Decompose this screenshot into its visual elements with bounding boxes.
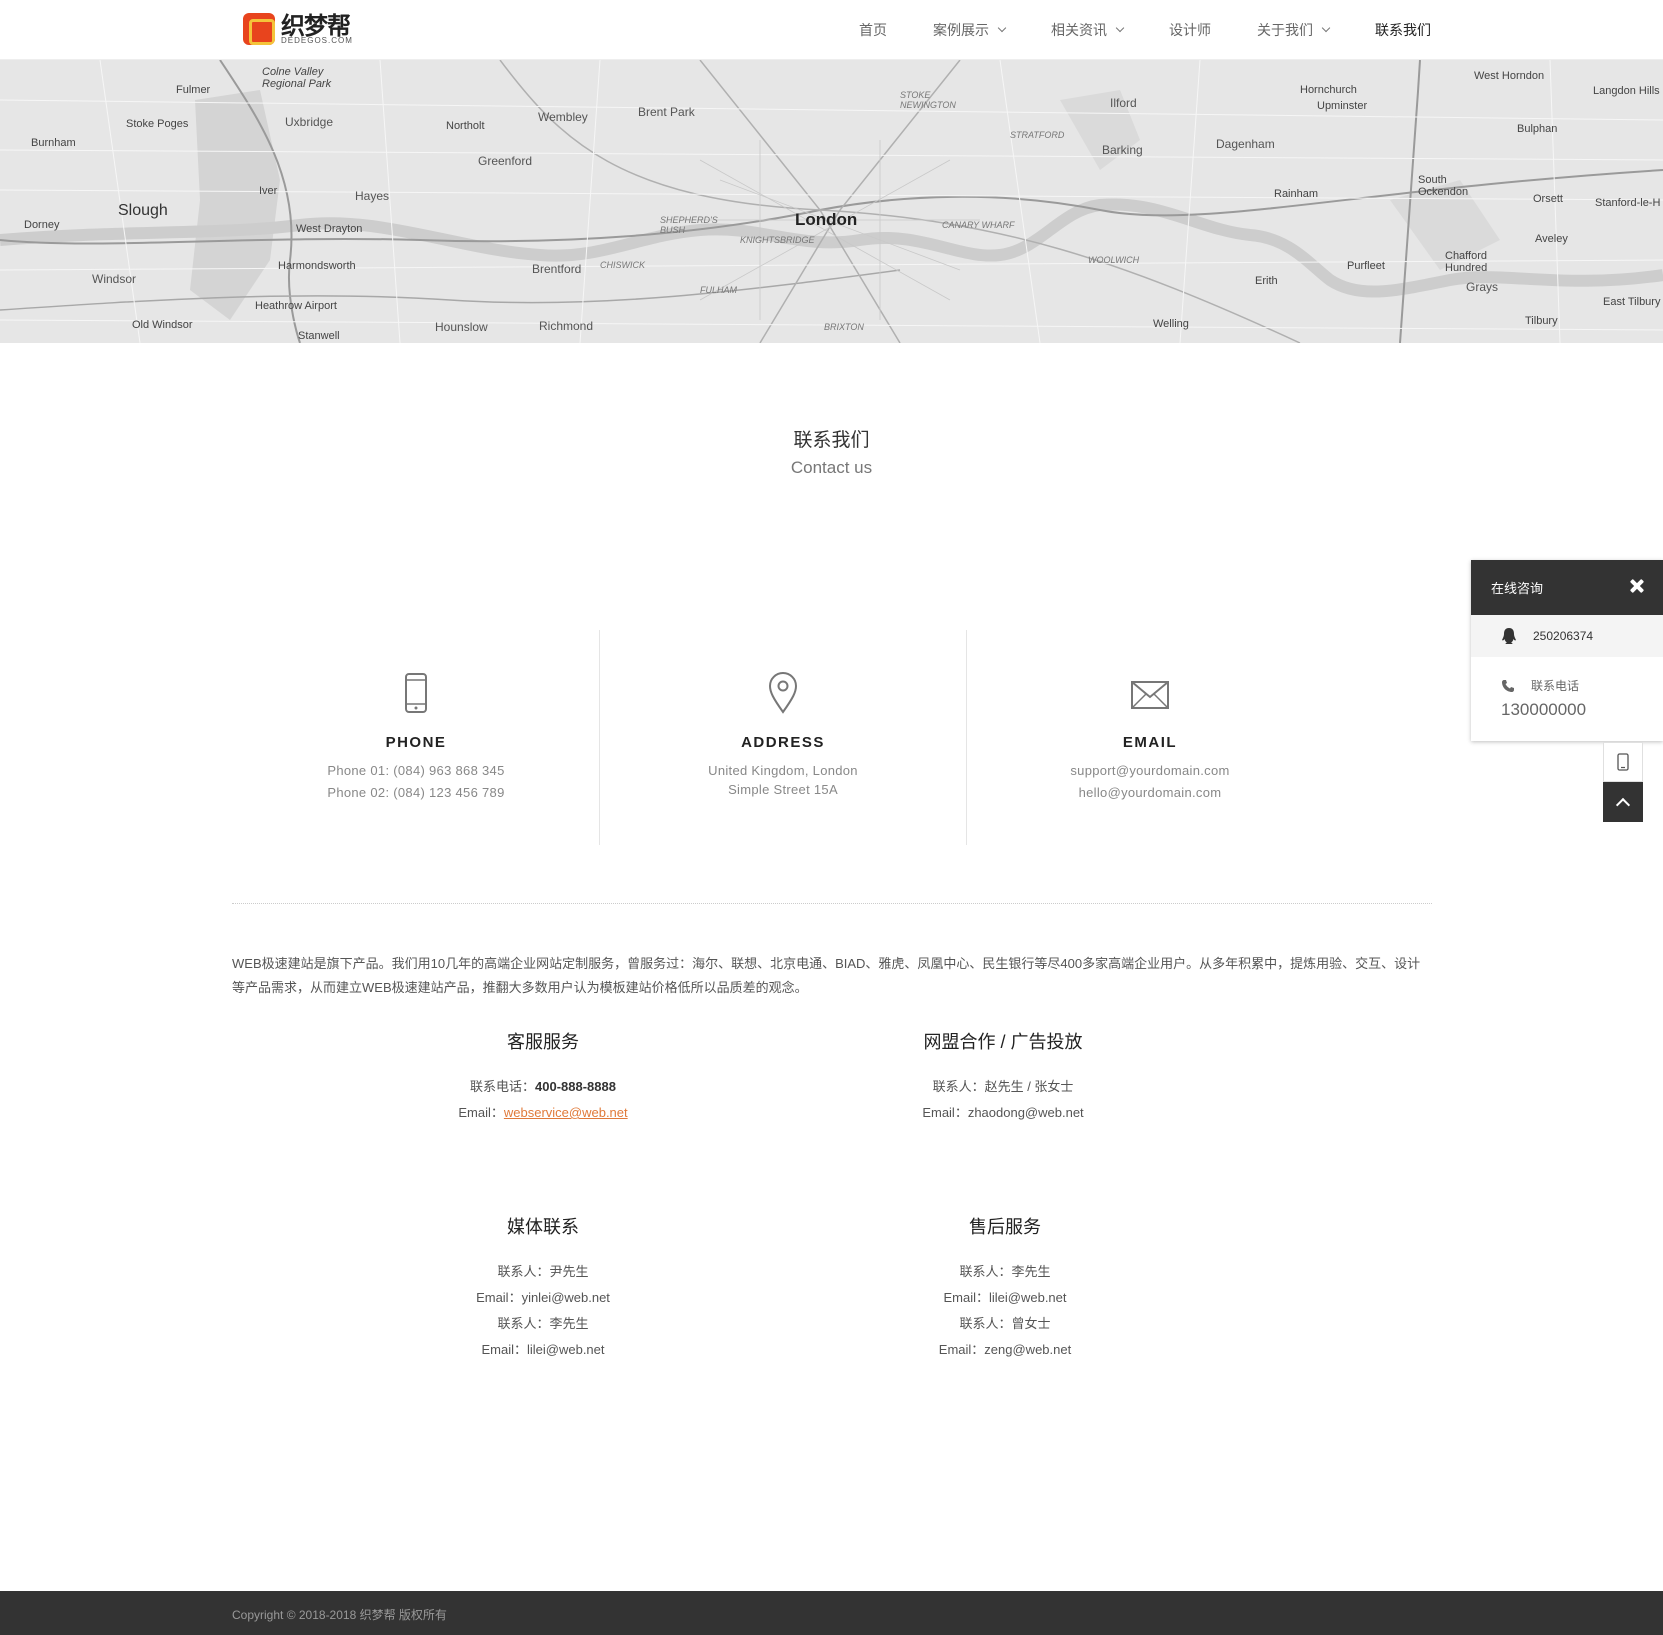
main-nav: 首页 案例展示 相关资讯 设计师 关于我们 联系我们	[813, 0, 1431, 60]
card-title: EMAIL	[1122, 734, 1178, 751]
nav-item-cases[interactable]: 案例展示	[933, 20, 1007, 40]
media-block: 媒体联系 联系人：尹先生 Email：yinlei@web.net 联系人：李先…	[393, 1213, 693, 1363]
card-line: support@yourdomain.com	[1070, 763, 1230, 778]
card-line: Phone 01: (084) 963 868 345	[327, 763, 505, 778]
service-phone: 400-888-8888	[535, 1079, 616, 1094]
contact-card-phone: PHONE Phone 01: (084) 963 868 345 Phone …	[233, 630, 599, 845]
nav-item-contact[interactable]: 联系我们	[1375, 20, 1431, 40]
intro-text: WEB极速建站是旗下产品。我们用10几年的高端企业网站定制服务，曾服务过：海尔、…	[232, 956, 1421, 995]
mobile-icon	[1617, 753, 1629, 771]
nav-item-news[interactable]: 相关资讯	[1051, 20, 1125, 40]
card-line: Simple Street 15A	[728, 782, 838, 797]
copyright-text: Copyright © 2018-2018 织梦帮 版权所有	[232, 1608, 447, 1622]
block-title: 客服服务	[507, 1032, 579, 1052]
logo-text: 织梦帮	[281, 11, 351, 40]
site-footer: Copyright © 2018-2018 织梦帮 版权所有	[0, 1591, 1663, 1635]
card-line: Phone 02: (084) 123 456 789	[327, 785, 505, 800]
chevron-down-icon	[1321, 23, 1331, 33]
card-title: PHONE	[385, 734, 447, 751]
block-line: 联系人：曾女士	[959, 1316, 1051, 1331]
page-title: 联系我们	[793, 430, 870, 451]
customer-service-block: 客服服务 联系电话：400-888-8888 Email：webservice@…	[393, 1028, 693, 1126]
widget-qq-number: 250206374	[1533, 629, 1594, 643]
nav-item-about[interactable]: 关于我们	[1257, 20, 1331, 40]
map-banner[interactable]: Colne Valley Regional Park Fulmer Uxbridg…	[0, 60, 1663, 343]
card-line: United Kingdom, London	[708, 763, 858, 778]
widget-tel-number: 130000000	[1501, 700, 1587, 719]
widget-tel-label: 联系电话	[1531, 679, 1580, 693]
chevron-down-icon	[997, 23, 1007, 33]
close-icon[interactable]	[1629, 578, 1645, 594]
widget-qq-row[interactable]: 250206374	[1471, 615, 1663, 657]
contact-cards: PHONE Phone 01: (084) 963 868 345 Phone …	[233, 630, 1333, 845]
card-line: hello@yourdomain.com	[1078, 785, 1222, 800]
block-title: 媒体联系	[507, 1217, 579, 1237]
contact-card-email: EMAIL support@yourdomain.com hello@yourd…	[966, 630, 1333, 845]
logo-icon	[243, 13, 275, 45]
chevron-up-icon	[1615, 797, 1631, 812]
online-consult-widget: 在线咨询 250206374 联系电话 130000000	[1471, 560, 1663, 741]
block-line: 联系人：尹先生	[497, 1264, 589, 1279]
logo-subtext: DEDEGOS.COM	[281, 35, 353, 45]
page-subtitle: Contact us	[790, 458, 873, 477]
nav-item-designers[interactable]: 设计师	[1169, 20, 1211, 40]
block-title: 网盟合作 / 广告投放	[923, 1032, 1083, 1052]
block-line: Email：lilei@web.net	[481, 1342, 605, 1357]
contact-card-address: ADDRESS United Kingdom, London Simple St…	[599, 630, 966, 845]
logo[interactable]: 织梦帮 DEDEGOS.COM	[243, 12, 353, 46]
mobile-button[interactable]	[1603, 742, 1643, 782]
after-sales-block: 售后服务 联系人：李先生 Email：lilei@web.net 联系人：曾女士…	[855, 1213, 1155, 1363]
map-graphic	[0, 60, 1663, 343]
block-line: Email：yinlei@web.net	[476, 1290, 610, 1305]
block-line: 联系人：赵先生 / 张女士	[932, 1079, 1074, 1094]
location-pin-icon	[768, 672, 798, 714]
block-line: Email：zhaodong@web.net	[922, 1105, 1084, 1120]
block-title: 售后服务	[969, 1217, 1041, 1237]
block-line: 联系人：李先生	[959, 1264, 1051, 1279]
ads-block: 网盟合作 / 广告投放 联系人：赵先生 / 张女士 Email：zhaodong…	[853, 1028, 1153, 1126]
block-line: Email：zeng@web.net	[938, 1342, 1072, 1357]
envelope-icon	[1131, 681, 1169, 709]
widget-title: 在线咨询	[1491, 581, 1544, 596]
divider	[232, 903, 1432, 904]
phone-icon	[405, 673, 427, 713]
site-header: 织梦帮 DEDEGOS.COM 首页 案例展示 相关资讯 设计师 关于我们 联系…	[0, 0, 1663, 60]
block-line: 联系人：李先生	[497, 1316, 589, 1331]
nav-item-home[interactable]: 首页	[859, 20, 887, 40]
phone-handset-icon	[1502, 679, 1514, 692]
qq-icon	[1502, 628, 1516, 644]
block-line: Email：lilei@web.net	[943, 1290, 1067, 1305]
back-to-top-button[interactable]	[1603, 782, 1643, 822]
service-email-link[interactable]: webservice@web.net	[504, 1105, 628, 1120]
chevron-down-icon	[1115, 23, 1125, 33]
card-title: ADDRESS	[741, 734, 825, 751]
